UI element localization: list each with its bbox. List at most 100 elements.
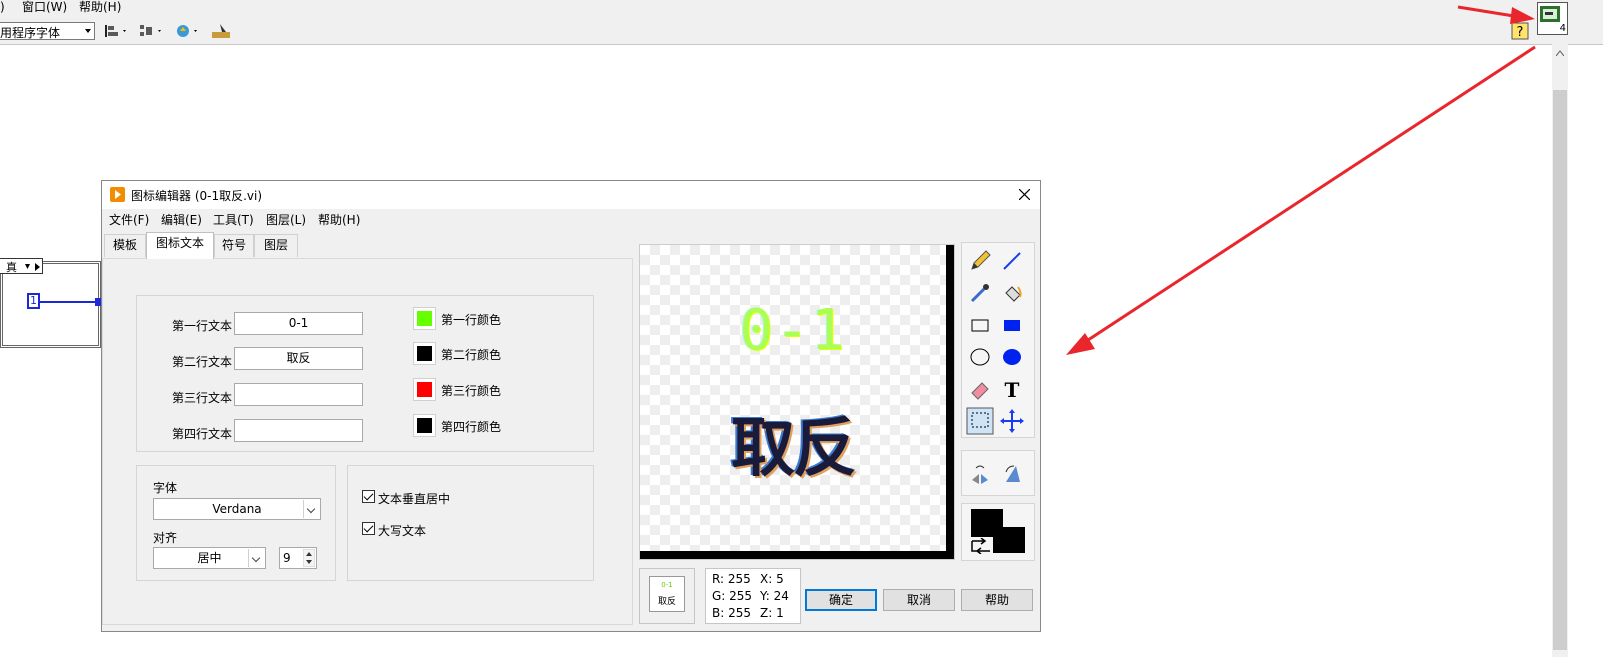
- chevron-down-icon[interactable]: [248, 549, 264, 567]
- vi-icon-pane[interactable]: 4: [1537, 2, 1568, 35]
- line2-color-swatch[interactable]: [413, 342, 436, 365]
- line2-color-label: 第二行颜色: [441, 348, 502, 362]
- uppercase-checkbox[interactable]: [362, 522, 375, 535]
- text-tool-icon[interactable]: T: [998, 375, 1026, 403]
- chevron-down-icon[interactable]: [303, 500, 319, 518]
- selection-icon[interactable]: [966, 407, 994, 435]
- readout-z: Z: 1: [760, 606, 784, 620]
- swap-colors-icon[interactable]: [970, 538, 992, 554]
- scrollbar-thumb[interactable]: [1553, 90, 1567, 650]
- reorder-icon[interactable]: [174, 22, 202, 40]
- vertical-scrollbar[interactable]: [1552, 44, 1568, 657]
- text-lines-group: 第一行文本 0-1 第二行文本 取反 第三行文本 第四行文本 第一行颜色 第二行…: [136, 295, 594, 452]
- font-select-value: 用程序字体: [0, 26, 61, 40]
- scroll-up-icon[interactable]: [1556, 50, 1564, 56]
- align-label: 对齐: [153, 531, 178, 545]
- font-size-spinner[interactable]: 9: [279, 547, 317, 569]
- menu-tools[interactable]: 工具(T): [213, 211, 254, 228]
- case-selector[interactable]: 真: [0, 258, 43, 274]
- arrow-head-icon: [1066, 333, 1095, 355]
- line4-color-swatch[interactable]: [413, 414, 436, 437]
- background-color[interactable]: [993, 527, 1025, 553]
- cancel-button[interactable]: 取消: [883, 589, 955, 611]
- filled-ellipse-icon[interactable]: [998, 343, 1026, 371]
- dialog-menubar: 文件(F) 编辑(E) 工具(T) 图层(L) 帮助(H): [102, 209, 1040, 229]
- vcenter-checkbox[interactable]: [362, 490, 375, 503]
- menu-edit[interactable]: 编辑(E): [161, 211, 202, 228]
- rectangle-icon[interactable]: [966, 311, 994, 339]
- flip-horizontal-icon[interactable]: [966, 460, 994, 488]
- menu-help[interactable]: 帮助(H): [318, 211, 360, 228]
- menu-help[interactable]: 帮助(H): [79, 0, 121, 15]
- align-combo[interactable]: 居中: [153, 547, 266, 569]
- line1-text-input[interactable]: 0-1: [234, 312, 363, 335]
- font-combo[interactable]: Verdana: [153, 498, 321, 520]
- fill-bucket-icon[interactable]: [998, 279, 1026, 307]
- eraser-icon[interactable]: [966, 375, 994, 403]
- move-icon[interactable]: [998, 407, 1026, 435]
- uppercase-label: 大写文本: [378, 524, 427, 538]
- numeric-constant[interactable]: 1: [27, 293, 40, 309]
- pencil-icon[interactable]: [966, 247, 994, 275]
- icon-text-line2: 取反: [731, 412, 857, 486]
- menu-file[interactable]: 文件(F): [109, 211, 149, 228]
- case-selector-arrows-icon[interactable]: [25, 263, 41, 271]
- line3-text-input[interactable]: [234, 383, 363, 406]
- preview-line2: 取反: [657, 597, 676, 607]
- preview-line1: 0-1: [661, 581, 673, 589]
- icon-editor-dialog: 图标编辑器 (0-1取反.vi) 文件(F) 编辑(E) 工具(T) 图层(L)…: [101, 180, 1041, 632]
- line1-label: 第一行文本: [172, 319, 233, 333]
- case-structure[interactable]: 真 1: [0, 258, 101, 348]
- case-selector-value: 真: [6, 261, 17, 274]
- line3-color-fill: [417, 382, 432, 397]
- chevron-down-icon: [85, 29, 91, 33]
- line1-color-swatch[interactable]: [413, 307, 436, 330]
- ellipse-icon[interactable]: [966, 343, 994, 371]
- menu-window[interactable]: 窗口(W): [22, 0, 67, 15]
- line3-label: 第三行文本: [172, 391, 233, 405]
- close-icon[interactable]: [1019, 189, 1030, 200]
- ok-button[interactable]: 确定: [805, 589, 877, 611]
- icon-canvas[interactable]: 0-1 取反: [639, 244, 955, 560]
- font-select[interactable]: 用程序字体: [0, 22, 95, 40]
- help-button[interactable]: 帮助: [961, 589, 1033, 611]
- flip-tools-palette: [961, 450, 1035, 496]
- rotate-icon[interactable]: [998, 460, 1026, 488]
- drawing-tools-palette: T: [961, 242, 1035, 438]
- icon-frame-right: [946, 245, 954, 559]
- line-icon[interactable]: [998, 247, 1026, 275]
- filled-rectangle-icon[interactable]: [998, 311, 1026, 339]
- font-size-value: 9: [283, 551, 291, 565]
- tab-icon-text[interactable]: 图标文本: [146, 232, 214, 259]
- line3-color-swatch[interactable]: [413, 378, 436, 401]
- menu-layers[interactable]: 图层(L): [266, 211, 306, 228]
- cleanup-icon[interactable]: [210, 22, 234, 40]
- line4-text-input[interactable]: [234, 419, 363, 442]
- dialog-title: 图标编辑器 (0-1取反.vi): [131, 189, 263, 203]
- color-picker-icon[interactable]: [966, 279, 994, 307]
- align-objects-icon[interactable]: [103, 22, 129, 40]
- help-icon[interactable]: ?: [1511, 22, 1529, 40]
- pixel-readout: R: 255 G: 255 B: 255 X: 5 Y: 24 Z: 1: [705, 568, 801, 624]
- readout-y: Y: 24: [760, 589, 789, 603]
- distribute-objects-icon[interactable]: [138, 22, 164, 40]
- tab-glyphs[interactable]: 符号: [214, 234, 254, 257]
- readout-g: G: 255: [712, 589, 753, 603]
- menu-item-partial[interactable]: ): [0, 0, 5, 15]
- align-combo-value: 居中: [197, 551, 222, 565]
- line4-label: 第四行文本: [172, 427, 233, 441]
- tab-layers[interactable]: 图层: [254, 234, 298, 257]
- line2-text-input[interactable]: 取反: [234, 347, 363, 370]
- line2-color-fill: [417, 346, 432, 361]
- app-menubar: ) 窗口(W) 帮助(H): [0, 0, 1603, 17]
- color-tools-palette[interactable]: [961, 503, 1035, 561]
- labview-app-icon: [110, 187, 125, 202]
- spinner-arrows-icon[interactable]: [303, 549, 315, 567]
- font-group: 字体 Verdana 对齐 居中 9: [136, 465, 336, 581]
- wire: [40, 301, 98, 303]
- line4-color-fill: [417, 418, 432, 433]
- dialog-titlebar[interactable]: 图标编辑器 (0-1取反.vi): [102, 181, 1040, 209]
- readout-b: B: 255: [712, 606, 751, 620]
- annotation-arrow-diagonal: [1081, 45, 1536, 346]
- tab-templates[interactable]: 模板: [104, 234, 146, 257]
